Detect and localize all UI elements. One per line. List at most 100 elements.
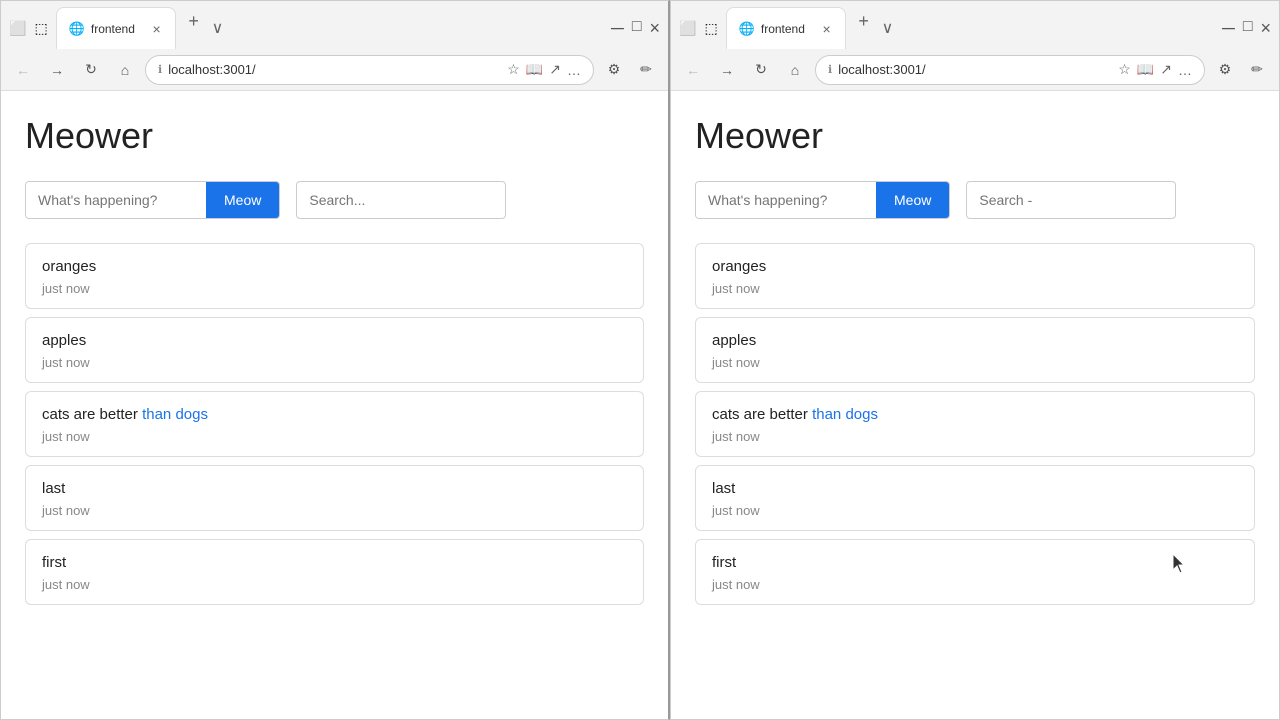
right-post-first: first just now (695, 539, 1255, 605)
right-highlight-than: than (812, 406, 841, 423)
right-meow-button[interactable]: Meow (876, 182, 949, 218)
left-post-apples: apples just now (25, 317, 644, 383)
left-app-title: Meower (25, 115, 644, 157)
right-window-min-max-close: ─ □ × (1222, 18, 1271, 39)
left-title-bar: ⬜ ⬚ 🌐 frontend × + ∨ ─ □ × (1, 1, 668, 49)
left-post-oranges: oranges just now (25, 243, 644, 309)
left-highlight-than: than (142, 406, 171, 423)
right-url-text: localhost:3001/ (838, 62, 1112, 77)
left-address-bar[interactable]: ℹ localhost:3001/ ☆ 📖 ↗ … (145, 55, 594, 85)
left-share-icon[interactable]: ↗ (549, 61, 561, 78)
right-post-text-first: first (712, 552, 1238, 573)
right-lock-icon: ℹ (828, 63, 832, 76)
left-addr-actions: ☆ 📖 ↗ … (507, 61, 581, 78)
right-maximize-btn[interactable]: □ (1243, 18, 1253, 39)
left-post-time-cats: just now (42, 429, 627, 444)
right-post-input-wrap: Meow (695, 181, 950, 219)
right-page-content: Meower Meow oranges just now apples just… (671, 91, 1279, 719)
right-home-button[interactable]: ⌂ (781, 56, 809, 84)
left-browser: ⬜ ⬚ 🌐 frontend × + ∨ ─ □ × ← → ↻ ⌂ ℹ loc… (0, 0, 670, 720)
right-tab-frontend[interactable]: 🌐 frontend × (726, 7, 846, 49)
left-minimize-btn[interactable]: ─ (611, 18, 624, 39)
left-more-icon[interactable]: … (567, 61, 581, 78)
left-tab-close[interactable]: × (150, 21, 162, 37)
right-extensions-btn[interactable]: ⚙ (1211, 56, 1239, 84)
right-post-time-apples: just now (712, 355, 1238, 370)
right-more-icon[interactable]: … (1178, 61, 1192, 78)
left-extensions-btn[interactable]: ⚙ (600, 56, 628, 84)
left-post-last: last just now (25, 465, 644, 531)
left-post-text-last: last (42, 478, 627, 499)
right-title-bar: ⬜ ⬚ 🌐 frontend × + ∨ ─ □ × (671, 1, 1279, 49)
right-post-time-last: just now (712, 503, 1238, 518)
left-meow-button[interactable]: Meow (206, 182, 279, 218)
right-refresh-button[interactable]: ↻ (747, 56, 775, 84)
right-post-text-last: last (712, 478, 1238, 499)
left-post-input[interactable] (26, 182, 206, 218)
left-input-row: Meow (25, 181, 644, 219)
right-tab-browser-icon: 🌐 (739, 21, 755, 37)
right-post-cats: cats are better than dogs just now (695, 391, 1255, 457)
right-nav-extra: ⚙ ✏ (1211, 56, 1271, 84)
left-url-text: localhost:3001/ (168, 62, 501, 77)
left-post-cats: cats are better than dogs just now (25, 391, 644, 457)
right-bookmark-icon[interactable]: ☆ (1118, 61, 1131, 78)
right-window-controls: ⬜ ⬚ (679, 20, 718, 37)
right-tab-bar: 🌐 frontend × + ∨ (726, 7, 1218, 49)
left-maximize-btn[interactable]: □ (632, 18, 642, 39)
left-home-button[interactable]: ⌂ (111, 56, 139, 84)
left-refresh-button[interactable]: ↻ (77, 56, 105, 84)
left-tab-icon2: ⬚ (34, 20, 47, 37)
right-tab-icon2: ⬚ (704, 20, 717, 37)
right-tab-title: frontend (761, 22, 815, 36)
left-tab-icon: ⬜ (9, 20, 26, 37)
right-tab-icon: ⬜ (679, 20, 696, 37)
left-annotate-btn[interactable]: ✏ (632, 56, 660, 84)
right-post-time-first: just now (712, 577, 1238, 592)
left-tab-more[interactable]: ∨ (208, 7, 228, 49)
right-post-last: last just now (695, 465, 1255, 531)
right-highlight-dogs: dogs (845, 406, 878, 423)
right-forward-button[interactable]: → (713, 56, 741, 84)
left-new-tab-button[interactable]: + (180, 7, 208, 35)
left-search-input[interactable] (296, 181, 506, 219)
left-highlight-dogs: dogs (175, 406, 208, 423)
left-posts-list: oranges just now apples just now cats ar… (25, 243, 644, 605)
right-tab-more[interactable]: ∨ (878, 7, 898, 49)
right-post-text-cats: cats are better than dogs (712, 404, 1238, 425)
left-post-first: first just now (25, 539, 644, 605)
right-share-icon[interactable]: ↗ (1160, 61, 1172, 78)
right-browser: ⬜ ⬚ 🌐 frontend × + ∨ ─ □ × ← → ↻ ⌂ ℹ loc… (670, 0, 1280, 720)
left-back-button[interactable]: ← (9, 56, 37, 84)
right-new-tab-button[interactable]: + (850, 7, 878, 35)
left-post-text-apples: apples (42, 330, 627, 351)
left-nav-extra: ⚙ ✏ (600, 56, 660, 84)
right-posts-list: oranges just now apples just now cats ar… (695, 243, 1255, 605)
right-addr-actions: ☆ 📖 ↗ … (1118, 61, 1192, 78)
left-close-btn[interactable]: × (649, 18, 660, 39)
left-tab-title: frontend (91, 22, 145, 36)
left-forward-button[interactable]: → (43, 56, 71, 84)
right-post-apples: apples just now (695, 317, 1255, 383)
right-post-time-oranges: just now (712, 281, 1238, 296)
right-input-row: Meow (695, 181, 1255, 219)
right-post-input[interactable] (696, 182, 876, 218)
right-post-oranges: oranges just now (695, 243, 1255, 309)
left-post-text-first: first (42, 552, 627, 573)
right-annotate-btn[interactable]: ✏ (1243, 56, 1271, 84)
right-back-button[interactable]: ← (679, 56, 707, 84)
left-post-time-last: just now (42, 503, 627, 518)
right-post-text-apples: apples (712, 330, 1238, 351)
left-bookmark-icon[interactable]: ☆ (507, 61, 520, 78)
right-tab-close[interactable]: × (820, 21, 832, 37)
left-post-time-first: just now (42, 577, 627, 592)
right-search-input[interactable] (966, 181, 1176, 219)
right-app-title: Meower (695, 115, 1255, 157)
right-reader-icon[interactable]: 📖 (1137, 61, 1154, 78)
left-tab-frontend[interactable]: 🌐 frontend × (56, 7, 176, 49)
left-reader-icon[interactable]: 📖 (526, 61, 543, 78)
right-address-bar[interactable]: ℹ localhost:3001/ ☆ 📖 ↗ … (815, 55, 1205, 85)
right-minimize-btn[interactable]: ─ (1222, 18, 1235, 39)
right-post-text-oranges: oranges (712, 256, 1238, 277)
right-close-btn[interactable]: × (1260, 18, 1271, 39)
